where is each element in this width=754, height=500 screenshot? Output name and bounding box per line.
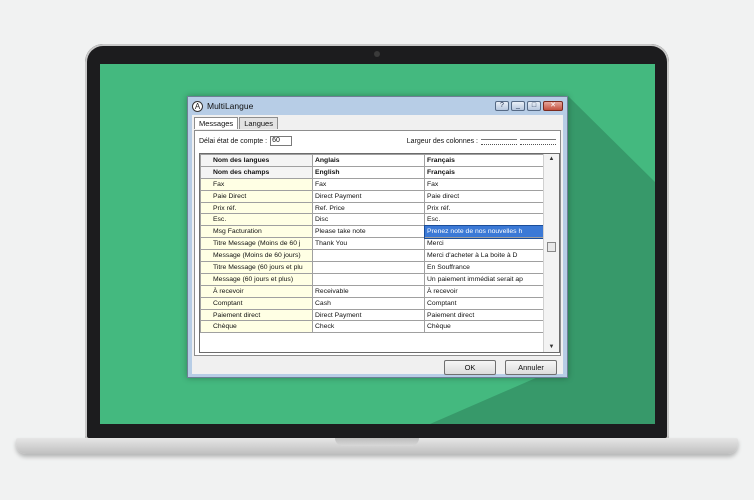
delai-input[interactable]: 60 bbox=[270, 136, 293, 146]
column-width-slider-2[interactable] bbox=[520, 137, 556, 145]
table-cell[interactable]: Esc. bbox=[424, 213, 544, 227]
cancel-button[interactable]: Annuler bbox=[505, 360, 557, 375]
translations-grid: Nom des langues Anglais Français Nom des ch… bbox=[199, 153, 560, 353]
table-cell[interactable]: Check bbox=[312, 320, 425, 334]
table-cell[interactable] bbox=[312, 249, 425, 263]
table-row: Message (60 jours et plus) Un paiement im… bbox=[200, 272, 544, 286]
table-cell[interactable]: Chèque bbox=[424, 320, 544, 334]
table-cell[interactable]: Fax bbox=[200, 177, 313, 191]
table-row: À recevoir Receivable À recevoir bbox=[200, 284, 544, 298]
table-cell[interactable]: Message (Moins de 60 jours) bbox=[200, 249, 313, 263]
table-cell[interactable] bbox=[312, 272, 425, 286]
header-cell: Français bbox=[424, 165, 544, 179]
table-cell[interactable]: Paiement direct bbox=[200, 308, 313, 322]
camera bbox=[374, 51, 380, 57]
scroll-up-icon[interactable]: ▲ bbox=[544, 154, 559, 164]
table-cell[interactable]: Paie direct bbox=[424, 189, 544, 203]
header-row: Nom des champs English Français bbox=[200, 165, 544, 179]
tab-langues[interactable]: Langues bbox=[239, 117, 278, 129]
table-row: Paie Direct Direct Payment Paie direct bbox=[200, 189, 544, 203]
table-cell[interactable]: Msg Facturation bbox=[200, 225, 313, 239]
table-cell[interactable]: Fax bbox=[424, 177, 544, 191]
columns-width-label: Largeur des colonnes : bbox=[406, 137, 478, 145]
close-button[interactable]: ✕ bbox=[543, 101, 563, 111]
scroll-thumb[interactable] bbox=[547, 242, 556, 252]
table-cell[interactable]: Receivable bbox=[312, 284, 425, 298]
scroll-down-icon[interactable]: ▼ bbox=[544, 342, 559, 352]
table-cell[interactable]: Message (60 jours et plus) bbox=[200, 272, 313, 286]
options-row: Délai état de compte : 60 Largeur des co… bbox=[195, 131, 560, 151]
tab-messages[interactable]: Messages bbox=[194, 117, 239, 129]
header-cell: Français bbox=[424, 154, 544, 167]
table-cell[interactable]: Thank You bbox=[312, 237, 425, 251]
table-row: Prix réf. Ref. Price Prix réf. bbox=[200, 201, 544, 215]
table-row: Msg Facturation Please take note Prenez no… bbox=[200, 224, 545, 239]
table-cell[interactable]: Direct Payment bbox=[312, 189, 425, 203]
table-cell[interactable]: Titre Message (Moins de 60 j bbox=[200, 237, 313, 251]
table-cell[interactable]: Paiement direct bbox=[424, 308, 544, 322]
table-cell[interactable]: Merci d'acheter à La boite à D bbox=[424, 249, 544, 263]
multilangue-window: A MultiLangue ? _ □ ✕ Messages Langues D… bbox=[187, 96, 568, 378]
table-cell[interactable]: Comptant bbox=[200, 296, 313, 310]
table-cell[interactable]: Esc. bbox=[200, 213, 313, 227]
table-cell[interactable]: Direct Payment bbox=[312, 308, 425, 322]
header-cell: English bbox=[312, 165, 425, 179]
table-row: Titre Message (60 jours et plu En Souffra… bbox=[200, 261, 544, 274]
vertical-scrollbar[interactable]: ▲ ▼ bbox=[543, 154, 559, 352]
table-row: Titre Message (Moins de 60 j Thank You Mer… bbox=[200, 237, 544, 251]
table-cell[interactable]: Prix réf. bbox=[424, 201, 544, 215]
table-cell[interactable]: À recevoir bbox=[424, 284, 544, 298]
table-cell[interactable]: Please take note bbox=[312, 225, 425, 239]
window-client: Messages Langues Délai état de compte : … bbox=[192, 115, 563, 375]
table-cell[interactable]: Prix réf. bbox=[200, 201, 313, 215]
table-cell[interactable]: Fax bbox=[312, 177, 425, 191]
table-row: Paiement direct Direct Payment Paiement di… bbox=[200, 308, 544, 322]
table-cell[interactable]: Ref. Price bbox=[312, 201, 425, 215]
title-bar[interactable]: A MultiLangue ? _ □ ✕ bbox=[188, 97, 567, 115]
ok-button[interactable]: OK bbox=[444, 360, 496, 375]
table-row: Fax Fax Fax bbox=[200, 177, 544, 191]
header-row: Nom des langues Anglais Français bbox=[200, 154, 544, 167]
header-cell: Anglais bbox=[312, 154, 425, 167]
table-row: Comptant Cash Comptant bbox=[200, 296, 544, 310]
table-row: Message (Moins de 60 jours) Merci d'achet… bbox=[200, 249, 544, 263]
help-button[interactable]: ? bbox=[495, 101, 509, 111]
table-cell[interactable] bbox=[312, 261, 425, 274]
desktop: A MultiLangue ? _ □ ✕ Messages Langues D… bbox=[100, 64, 655, 424]
window-title: MultiLangue bbox=[207, 101, 254, 111]
tab-strip: Messages Langues bbox=[192, 115, 563, 129]
table-cell[interactable]: Prenez note de nos nouvelles h bbox=[423, 224, 545, 239]
maximize-button[interactable]: □ bbox=[527, 101, 541, 111]
table-cell[interactable]: Disc bbox=[312, 213, 425, 227]
laptop-notch bbox=[335, 438, 419, 446]
table-row: Chèque Check Chèque bbox=[200, 320, 544, 334]
table-cell[interactable]: Titre Message (60 jours et plu bbox=[200, 261, 313, 274]
app-logo-icon: A bbox=[192, 100, 203, 112]
column-width-slider-1[interactable] bbox=[481, 137, 517, 145]
table-cell[interactable]: Comptant bbox=[424, 296, 544, 310]
table-cell[interactable]: Un paiement immédiat serait ap bbox=[424, 272, 544, 286]
header-cell: Nom des champs bbox=[200, 165, 313, 179]
minimize-button[interactable]: _ bbox=[511, 101, 525, 111]
table-cell[interactable]: À recevoir bbox=[200, 284, 313, 298]
table-cell[interactable]: Chèque bbox=[200, 320, 313, 334]
header-cell: Nom des langues bbox=[200, 154, 313, 167]
table-row: Esc. Disc Esc. bbox=[200, 213, 544, 227]
table-cell[interactable]: Merci bbox=[424, 237, 544, 251]
messages-panel: Délai état de compte : 60 Largeur des co… bbox=[194, 130, 561, 356]
delai-label: Délai état de compte : bbox=[199, 137, 268, 145]
table-cell[interactable]: Cash bbox=[312, 296, 425, 310]
table-cell[interactable]: Paie Direct bbox=[200, 189, 313, 203]
laptop-lid: A MultiLangue ? _ □ ✕ Messages Langues D… bbox=[85, 44, 669, 440]
translations-table: Nom des langues Anglais Français Nom des ch… bbox=[200, 154, 545, 334]
table-cell[interactable]: En Souffrance bbox=[424, 261, 544, 274]
